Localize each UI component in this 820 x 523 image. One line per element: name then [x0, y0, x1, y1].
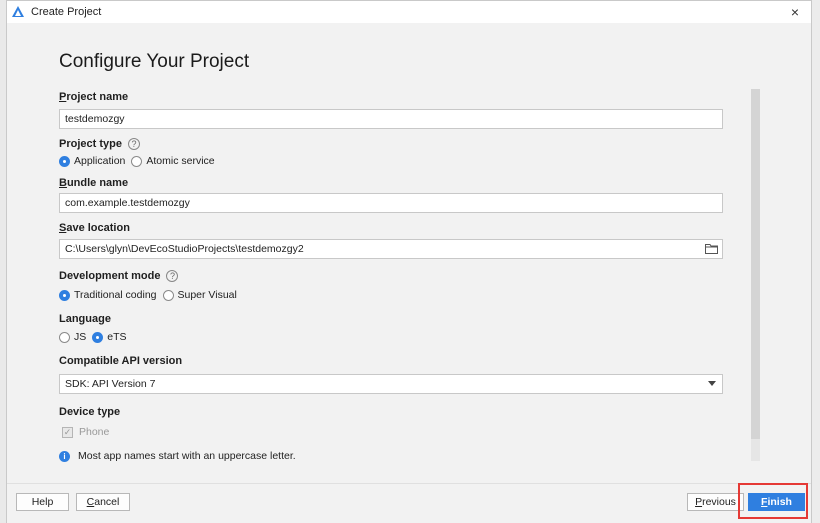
radio-js-label[interactable]: JS — [74, 331, 86, 343]
radio-ets-label[interactable]: eTS — [107, 331, 126, 343]
radio-ets[interactable] — [92, 331, 104, 343]
info-text: Most app names start with an uppercase l… — [78, 450, 296, 462]
phone-checkbox-label: Phone — [79, 426, 110, 438]
radio-super-visual-label[interactable]: Super Visual — [178, 289, 237, 301]
phone-checkbox[interactable]: ✓ — [62, 426, 73, 438]
api-version-value: SDK: API Version 7 — [65, 378, 156, 390]
api-version-label: Compatible API version — [59, 355, 183, 367]
deveco-logo-icon — [12, 6, 24, 17]
chevron-down-icon — [708, 381, 716, 386]
project-type-label: Project type? — [59, 138, 140, 151]
radio-application-label[interactable]: Application — [74, 155, 125, 167]
radio-atomic-service-label[interactable]: Atomic service — [146, 155, 214, 167]
bundle-name-label: Bundle name — [59, 177, 129, 189]
scrollbar-thumb[interactable] — [751, 89, 760, 439]
radio-super-visual[interactable] — [162, 289, 174, 301]
save-location-value: C:\Users\glyn\DevEcoStudioProjects\testd… — [65, 243, 304, 255]
radio-js[interactable] — [59, 331, 70, 343]
close-icon: × — [790, 4, 800, 20]
language-radio-group: JS eTS — [59, 331, 133, 343]
page-title: Configure Your Project — [59, 51, 250, 72]
finish-highlight-box — [738, 483, 808, 519]
project-name-input[interactable]: testdemozgy — [59, 109, 723, 129]
radio-atomic-service[interactable] — [131, 155, 143, 167]
development-mode-label: Development mode? — [59, 270, 179, 283]
radio-traditional-coding[interactable] — [59, 289, 70, 301]
dialog-content: Configure Your Project Project name test… — [7, 23, 811, 483]
background-right — [812, 0, 820, 523]
window-title: Create Project — [31, 6, 102, 18]
project-name-label: Project name — [59, 91, 129, 103]
radio-application[interactable] — [59, 155, 70, 167]
close-button[interactable]: × — [787, 4, 803, 20]
folder-icon[interactable] — [705, 243, 718, 254]
create-project-dialog: Create Project × Configure Your Project … — [6, 0, 812, 523]
device-type-checkbox-group: ✓ Phone — [62, 426, 109, 438]
previous-button[interactable]: Previous — [687, 493, 744, 511]
development-mode-radio-group: Traditional coding Super Visual — [59, 289, 243, 301]
title-bar: Create Project × — [7, 1, 811, 23]
help-icon[interactable]: ? — [127, 138, 140, 151]
project-type-radio-group: Application Atomic service — [59, 155, 221, 167]
language-label: Language — [59, 313, 111, 325]
help-button[interactable]: Help — [16, 493, 69, 511]
bundle-name-input[interactable]: com.example.testdemozgy — [59, 193, 723, 213]
save-location-label: Save location — [59, 222, 130, 234]
save-location-input[interactable]: C:\Users\glyn\DevEcoStudioProjects\testd… — [59, 239, 723, 259]
info-message: i Most app names start with an uppercase… — [59, 450, 296, 462]
device-type-label: Device type — [59, 406, 121, 418]
radio-traditional-coding-label[interactable]: Traditional coding — [74, 289, 157, 301]
cancel-button[interactable]: Cancel — [76, 493, 130, 511]
api-version-select[interactable]: SDK: API Version 7 — [59, 374, 723, 394]
info-icon: i — [59, 450, 70, 462]
help-icon[interactable]: ? — [166, 270, 179, 283]
dialog-footer: Help Cancel Previous Finish — [7, 483, 811, 523]
